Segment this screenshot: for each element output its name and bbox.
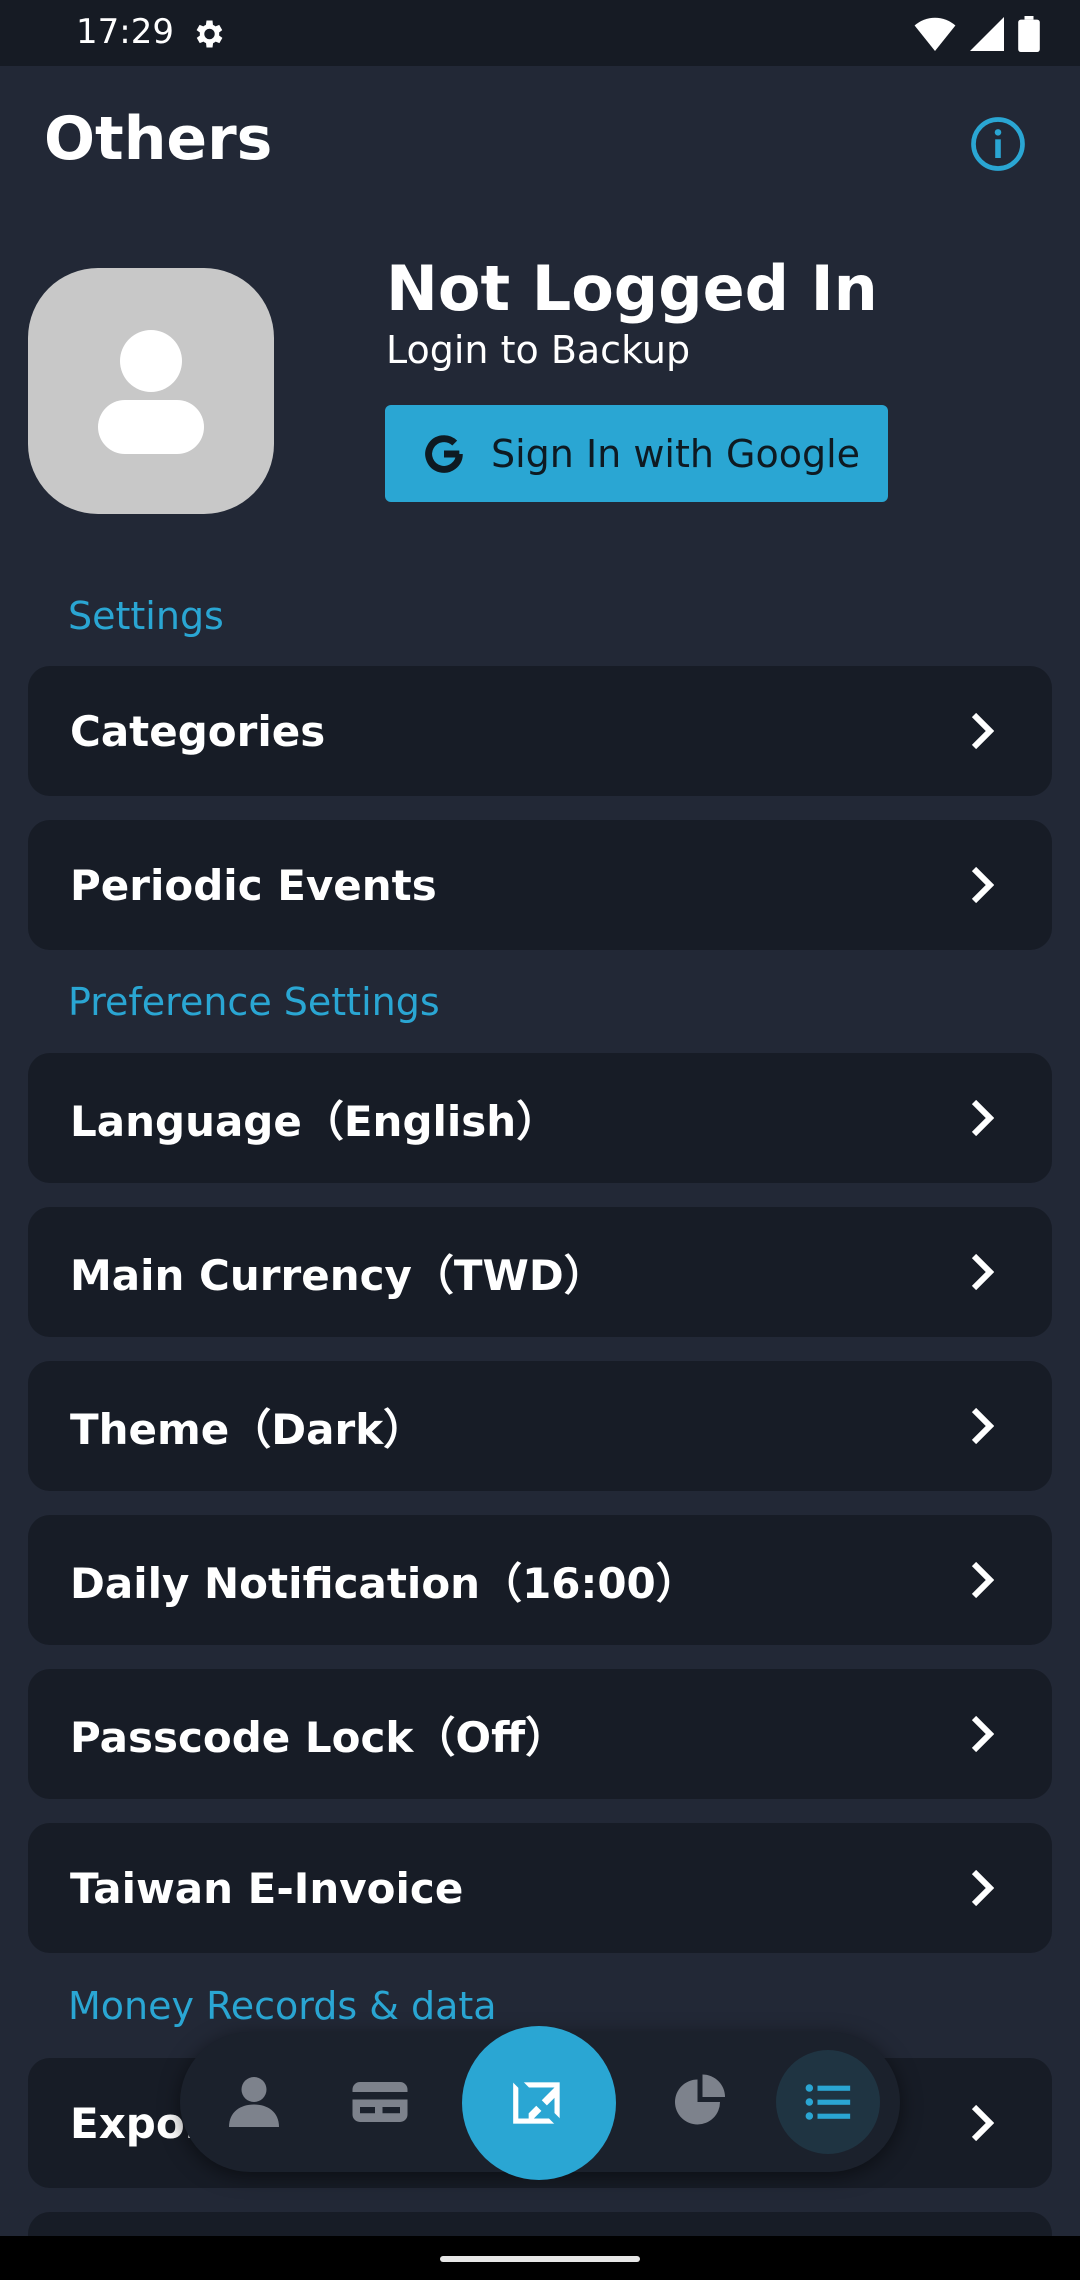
nav-list-button-active[interactable] bbox=[776, 2050, 880, 2154]
wifi-icon bbox=[914, 17, 956, 51]
preference-item-label: Taiwan E-Invoice bbox=[70, 1863, 464, 1913]
preference-item-label: Main Currency（TWD） bbox=[70, 1250, 606, 1300]
avatar bbox=[28, 268, 274, 514]
preference-item-main-currency[interactable]: Main Currency（TWD） bbox=[28, 1207, 1052, 1337]
settings-item-periodic-events[interactable]: Periodic Events bbox=[28, 820, 1052, 950]
chevron-right-icon bbox=[971, 1100, 994, 1136]
home-gesture-handle[interactable] bbox=[440, 2256, 640, 2262]
chevron-right-icon bbox=[971, 1254, 994, 1290]
nav-pie-chart-icon[interactable] bbox=[670, 2072, 730, 2132]
chevron-right-icon bbox=[971, 1562, 994, 1598]
chevron-right-icon bbox=[971, 2105, 994, 2141]
edit-record-icon bbox=[510, 2074, 568, 2132]
status-bar: 17:29 bbox=[0, 0, 1080, 66]
settings-item-categories[interactable]: Categories bbox=[28, 666, 1052, 796]
chevron-right-icon bbox=[971, 713, 994, 749]
settings-item-label: Periodic Events bbox=[70, 860, 437, 910]
preference-item-language[interactable]: Language（English） bbox=[28, 1053, 1052, 1183]
google-sign-in-label: Sign In with Google bbox=[491, 431, 861, 476]
preference-item-taiwan-e-invoice[interactable]: Taiwan E-Invoice bbox=[28, 1823, 1052, 1953]
battery-icon bbox=[1018, 16, 1040, 52]
login-status-title: Not Logged In bbox=[386, 252, 878, 325]
status-time: 17:29 bbox=[76, 12, 174, 52]
chevron-right-icon bbox=[971, 1408, 994, 1444]
preference-item-theme[interactable]: Theme（Dark） bbox=[28, 1361, 1052, 1491]
nav-person-icon[interactable] bbox=[224, 2072, 284, 2132]
preference-item-label: Daily Notification（16:00） bbox=[70, 1558, 698, 1608]
section-label-money-records: Money Records & data bbox=[68, 1984, 497, 2028]
google-sign-in-button[interactable]: Sign In with Google bbox=[385, 405, 888, 502]
settings-gear-icon bbox=[196, 20, 223, 48]
google-icon bbox=[425, 434, 463, 473]
login-subtitle: Login to Backup bbox=[386, 328, 691, 372]
section-label-preference: Preference Settings bbox=[68, 980, 440, 1024]
add-record-button[interactable] bbox=[462, 2026, 616, 2180]
preference-item-label: Passcode Lock（Off） bbox=[70, 1712, 568, 1762]
chevron-right-icon bbox=[971, 1716, 994, 1752]
section-label-settings: Settings bbox=[68, 594, 224, 638]
chevron-right-icon bbox=[971, 867, 994, 903]
nav-card-icon[interactable] bbox=[350, 2072, 410, 2132]
signal-icon bbox=[970, 17, 1004, 51]
preference-item-passcode-lock[interactable]: Passcode Lock（Off） bbox=[28, 1669, 1052, 1799]
page-title: Others bbox=[44, 104, 273, 174]
preference-item-label: Theme（Dark） bbox=[70, 1404, 426, 1454]
preference-item-label: Language（English） bbox=[70, 1096, 559, 1146]
info-icon[interactable] bbox=[970, 116, 1026, 172]
preference-item-daily-notification[interactable]: Daily Notification（16:00） bbox=[28, 1515, 1052, 1645]
list-icon bbox=[805, 2084, 851, 2120]
user-icon bbox=[98, 330, 204, 454]
settings-item-label: Categories bbox=[70, 706, 326, 756]
chevron-right-icon bbox=[971, 1870, 994, 1906]
